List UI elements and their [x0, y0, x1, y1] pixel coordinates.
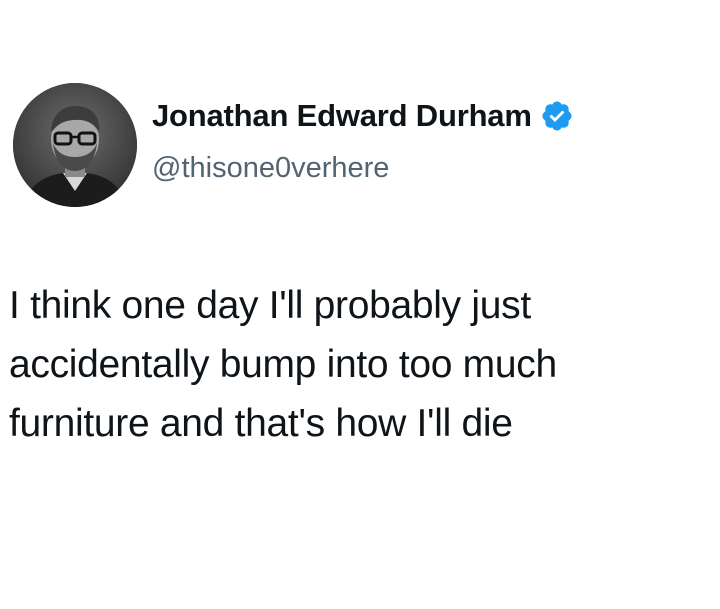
tweet-text-line: accidentally bump into too much [9, 343, 557, 386]
author-name-row: Jonathan Edward Durham [152, 98, 574, 134]
tweet-text-line: furniture and that's how I'll die [9, 402, 513, 445]
avatar[interactable] [13, 83, 137, 207]
tweet-text: I think one day I'll probably just accid… [9, 276, 709, 453]
author-handle[interactable]: @thisone0verhere [152, 152, 389, 185]
author-display-name[interactable]: Jonathan Edward Durham [152, 98, 532, 134]
tweet-card: Jonathan Edward Durham @thisone0verhere … [0, 0, 720, 609]
profile-photo-icon [13, 83, 137, 207]
verified-badge-icon [540, 99, 574, 133]
tweet-text-line: I think one day I'll probably just [9, 284, 531, 327]
